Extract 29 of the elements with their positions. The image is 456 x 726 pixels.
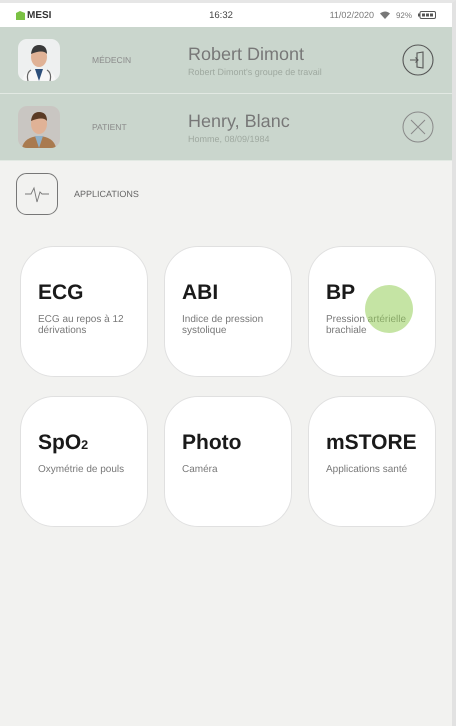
- app-description: Pression artérielle brachiale: [326, 314, 408, 336]
- app-tile[interactable]: Photo Caméra: [164, 396, 292, 527]
- app-title: BP: [326, 281, 356, 305]
- app-tile[interactable]: BP Pression artérielle brachiale: [308, 246, 436, 377]
- app-tile[interactable]: ABI Indice de pression systolique: [164, 246, 292, 377]
- app-tile[interactable]: ECG ECG au repos à 12 dérivations: [20, 246, 148, 377]
- section-title: APPLICATIONS: [74, 188, 139, 198]
- clock: 16:32: [209, 10, 233, 20]
- app-title: Photo: [182, 431, 242, 455]
- app-title: ABI: [182, 281, 218, 305]
- app-description: Oxymétrie de pouls: [38, 464, 126, 475]
- role-label: MÉDECIN: [92, 55, 132, 65]
- person-name: Robert Dimont: [188, 44, 306, 64]
- app-description: Caméra: [182, 464, 219, 475]
- app-description: Indice de pression systolique: [182, 314, 264, 336]
- wifi-icon: [380, 11, 390, 19]
- person-name: Henry, Blanc: [188, 110, 291, 132]
- heartbeat-icon: [16, 172, 58, 214]
- app-title: mSTORE: [326, 431, 417, 455]
- carrier-label: MESI: [27, 10, 52, 20]
- app-description: ECG au repos à 12 dérivations: [38, 314, 125, 336]
- date-label: 11/02/2020: [330, 10, 374, 20]
- battery-icon: [418, 11, 436, 19]
- app-tile[interactable]: mSTORE Applications santé: [308, 396, 436, 527]
- app-title: ECG: [38, 281, 84, 305]
- battery-percent: 92%: [396, 10, 412, 20]
- app-description: Applications santé: [326, 464, 408, 475]
- role-label: PATIENT: [92, 122, 128, 132]
- logout-icon[interactable]: [402, 44, 434, 76]
